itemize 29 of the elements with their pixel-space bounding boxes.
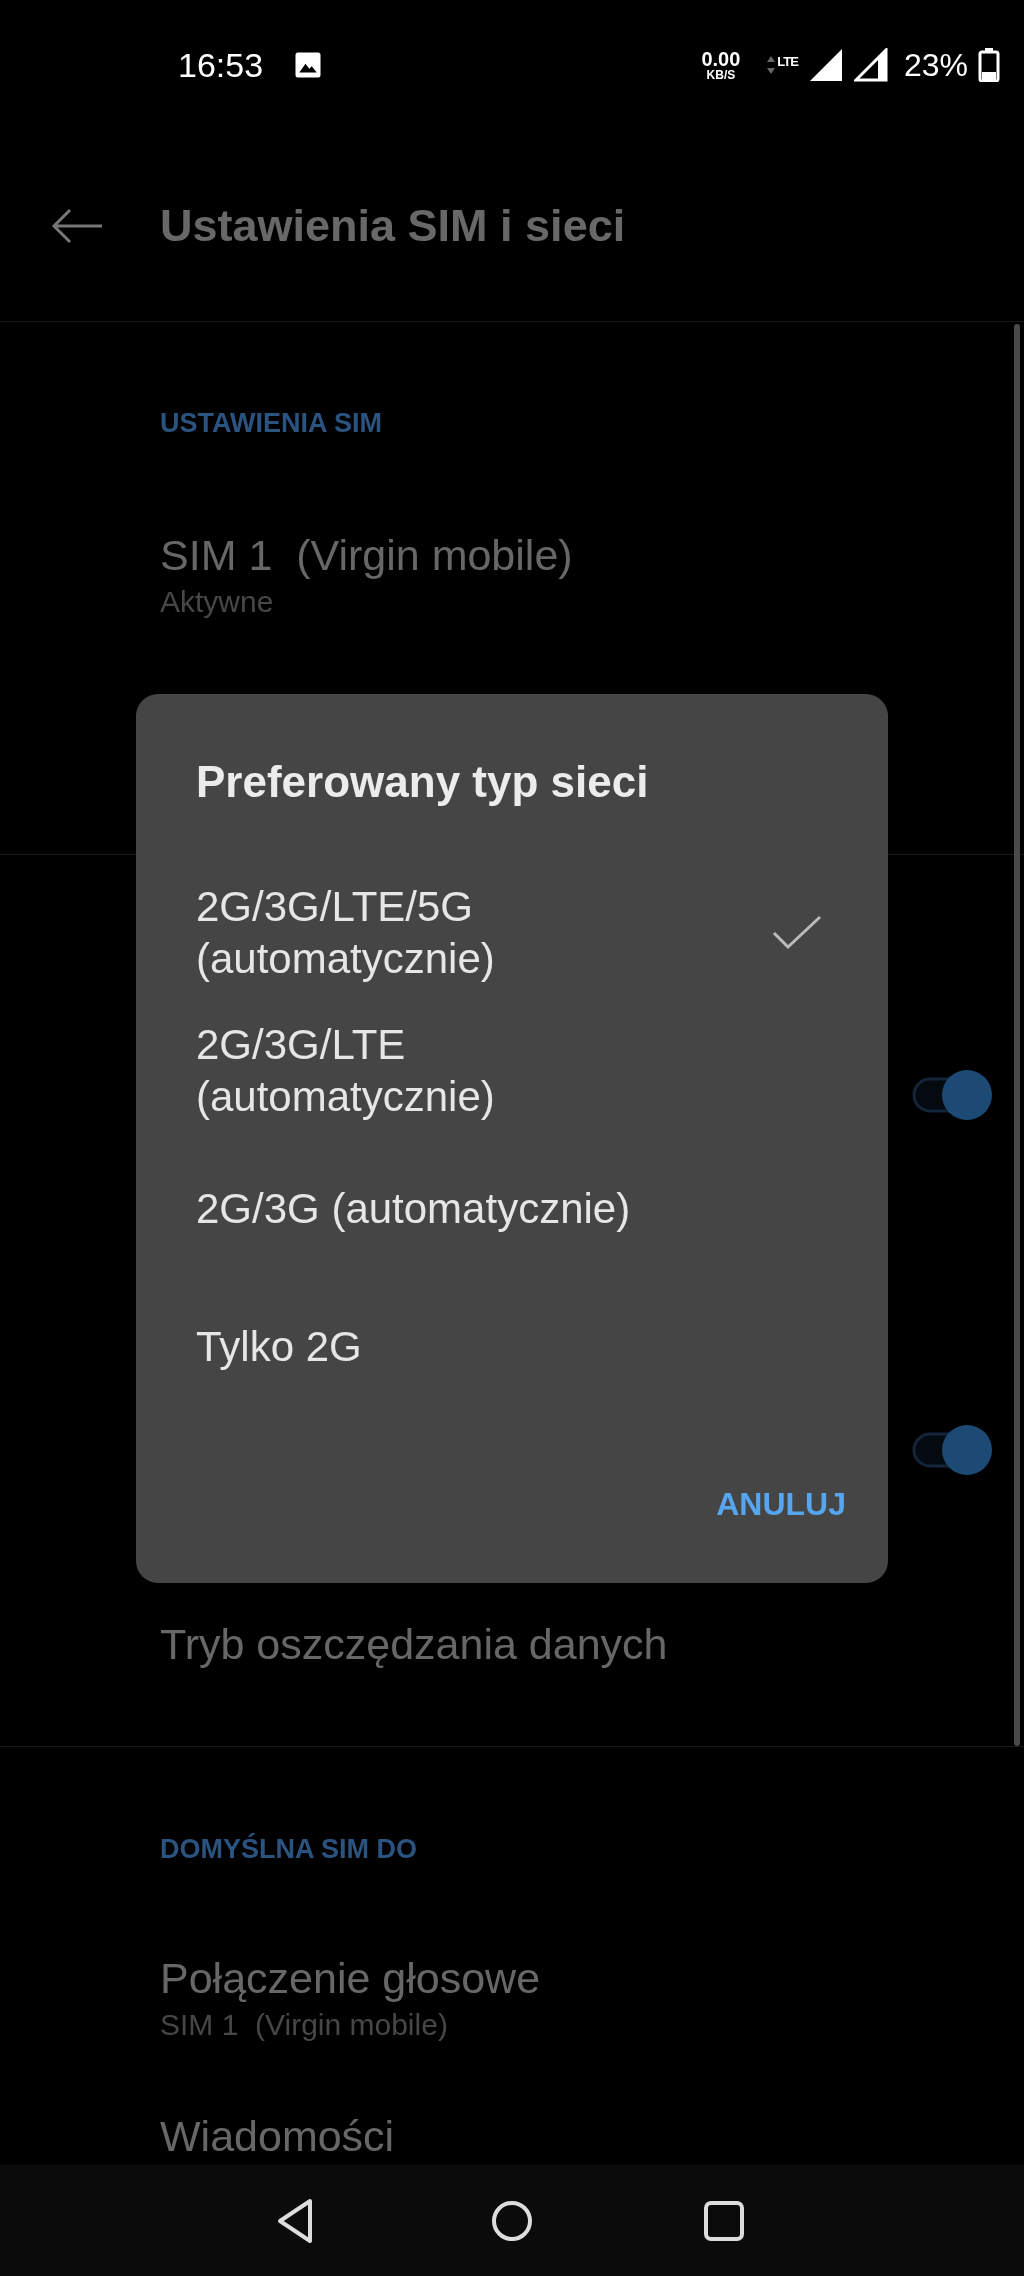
setting-subtitle: SIM 1 (Virgin mobile) <box>160 2008 449 2042</box>
page-title: Ustawienia SIM i sieci <box>160 199 626 252</box>
section-header: DOMYŚLNA SIM DO <box>160 1834 418 1864</box>
setting-title[interactable]: Wiadomości <box>160 2112 994 2160</box>
network-option[interactable]: 2G/3G (automatycznie) <box>196 1140 866 1278</box>
data-speed: 0.00 <box>701 49 741 69</box>
image-icon <box>293 50 324 80</box>
toggle-switch[interactable] <box>910 1424 994 1476</box>
battery-level: 23% <box>903 46 968 84</box>
clock-time: 16:53 <box>178 45 264 85</box>
network-option[interactable]: 2G/3G/LTE (automatycznie) <box>196 1002 866 1140</box>
checkmark-icon <box>772 915 822 951</box>
setting-subtitle: Aktywne <box>160 585 275 619</box>
setting-title[interactable]: Tryb oszczędzania danych <box>160 1620 668 1668</box>
setting-title[interactable]: Połączenie głosowe <box>160 1954 994 2002</box>
cancel-button[interactable]: ANULUJ <box>696 1466 866 1543</box>
scrollbar[interactable] <box>1014 324 1020 1746</box>
dialog-title: Preferowany typ sieci <box>196 756 650 808</box>
battery-icon <box>978 48 1000 82</box>
signal-icon <box>853 48 888 82</box>
setting-title[interactable]: SIM 1 (Virgin mobile) <box>160 531 994 579</box>
network-type: LTE <box>777 54 798 69</box>
back-arrow-icon <box>50 207 104 244</box>
data-unit: KB/S <box>706 69 736 81</box>
network-option[interactable]: 2G/3G/LTE/5G (automatycznie) <box>196 864 866 1002</box>
network-option[interactable]: Tylko 2G <box>196 1278 866 1416</box>
toggle-switch[interactable] <box>910 1069 994 1121</box>
section-header: USTAWIENIA SIM <box>160 408 383 438</box>
data-arrows-icon <box>766 54 777 76</box>
